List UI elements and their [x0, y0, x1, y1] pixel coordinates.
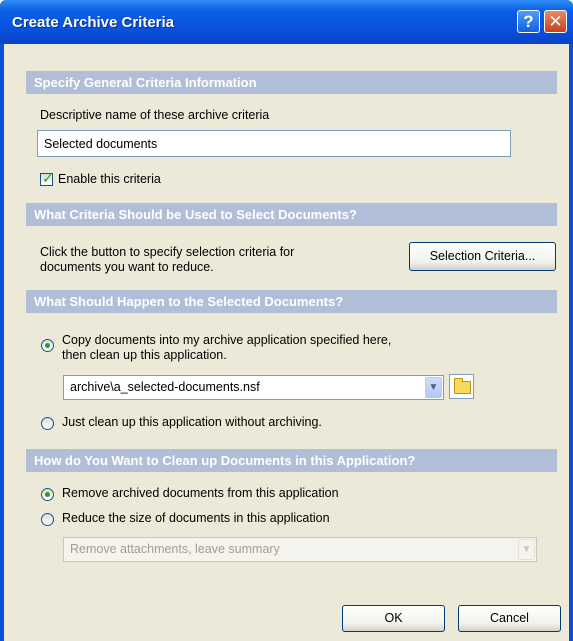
section-happen-header: What Should Happen to the Selected Docum… [26, 290, 557, 313]
criteria-name-label: Descriptive name of these archive criter… [40, 108, 270, 122]
help-button[interactable]: ? [517, 10, 540, 33]
section-cleanup-header: How do You Want to Clean up Documents in… [26, 449, 557, 472]
copy-to-archive-label-line1[interactable]: Copy documents into my archive applicati… [62, 333, 391, 348]
archive-path-combobox[interactable]: archive\a_selected-documents.nsf ▼ [63, 375, 444, 400]
reduce-option-value: Remove attachments, leave summary [70, 542, 280, 556]
remove-archived-radio[interactable] [41, 488, 54, 501]
copy-to-archive-label-line2[interactable]: then clean up this application. [62, 348, 227, 363]
folder-icon [454, 378, 471, 394]
title-bar[interactable]: Create Archive Criteria ? ✕ [0, 0, 573, 44]
cleanup-only-radio[interactable] [41, 417, 54, 430]
section-general-header: Specify General Criteria Information [26, 71, 557, 94]
selection-description-line1: Click the button to specify selection cr… [40, 245, 295, 259]
ok-button[interactable]: OK [342, 605, 445, 632]
close-icon: ✕ [548, 12, 563, 31]
dialog-window: Create Archive Criteria ? ✕ Specify Gene… [0, 0, 573, 641]
selection-criteria-button[interactable]: Selection Criteria... [409, 242, 556, 271]
cleanup-only-label[interactable]: Just clean up this application without a… [62, 415, 322, 430]
remove-archived-label[interactable]: Remove archived documents from this appl… [62, 486, 339, 501]
reduce-size-radio[interactable] [41, 513, 54, 526]
close-button[interactable]: ✕ [544, 10, 567, 33]
reduce-size-label[interactable]: Reduce the size of documents in this app… [62, 511, 330, 526]
archive-path-value: archive\a_selected-documents.nsf [70, 380, 260, 394]
dialog-title: Create Archive Criteria [12, 14, 175, 31]
chevron-down-icon: ▼ [518, 539, 535, 560]
browse-folder-button[interactable] [449, 374, 474, 399]
help-icon: ? [523, 12, 534, 31]
enable-criteria-checkbox[interactable]: ✓ [40, 170, 54, 186]
check-icon: ✓ [42, 170, 54, 186]
section-selection-header: What Criteria Should be Used to Select D… [26, 203, 557, 226]
copy-to-archive-radio[interactable] [41, 339, 54, 352]
enable-criteria-label[interactable]: Enable this criteria [58, 172, 161, 187]
selection-description-line2: documents you want to reduce. [40, 260, 214, 274]
chevron-down-icon[interactable]: ▼ [425, 377, 442, 398]
cancel-button[interactable]: Cancel [458, 605, 561, 632]
reduce-option-combobox: Remove attachments, leave summary ▼ [63, 537, 537, 562]
criteria-name-input[interactable] [37, 130, 511, 157]
